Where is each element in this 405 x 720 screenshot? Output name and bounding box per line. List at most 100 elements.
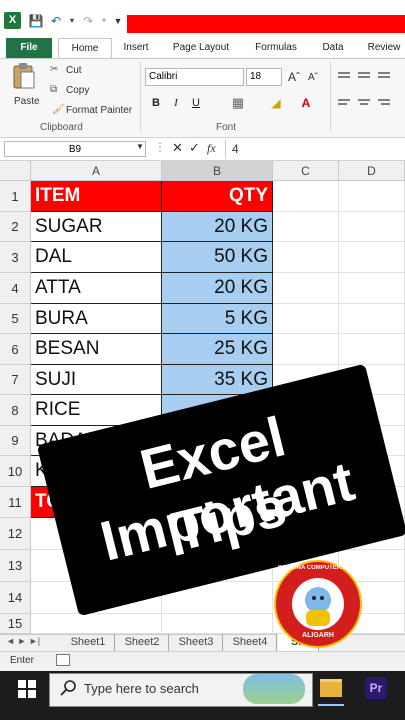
column-header-b[interactable]: B [162,161,273,181]
cell-a[interactable] [31,614,162,634]
select-all-corner[interactable] [0,161,31,181]
column-header-c[interactable]: C [273,161,339,181]
tab-page-layout[interactable]: Page Layout [168,38,234,58]
cell-a[interactable]: BURA [31,304,162,334]
tab-home[interactable]: Home [58,38,112,60]
cell-b[interactable]: 20 KG [162,273,273,304]
windows-start-icon[interactable] [18,680,36,703]
format-painter-icon[interactable]: 🖌 [52,104,65,115]
row-header[interactable]: 10 [0,456,31,487]
chevron-down-icon[interactable]: ▾ [64,13,80,29]
cell-d[interactable] [339,242,405,273]
row-header[interactable]: 7 [0,365,31,395]
row-header[interactable]: 1 [0,181,31,212]
cell-b[interactable]: 25 KG [162,334,273,365]
cell-d[interactable] [339,273,405,304]
row-header[interactable]: 12 [0,518,31,550]
underline-button[interactable]: U [188,95,204,111]
row-header[interactable]: 5 [0,304,31,334]
copy-icon[interactable]: ⧉ [50,84,57,95]
cell-b[interactable]: 50 KG [162,242,273,273]
cell-b[interactable]: 5 KG [162,304,273,334]
sheet-tab-1[interactable]: Sheet1 [62,634,115,651]
font-size-box[interactable]: 18 [246,68,282,86]
tab-insert[interactable]: Insert [118,38,154,58]
copy-button[interactable]: Copy [66,85,89,96]
save-icon[interactable]: 💾 [28,13,44,29]
tab-file[interactable]: File [6,38,52,58]
bold-button[interactable]: B [148,95,164,111]
logo-top-text: KRISHNA COMPUTER EDUCATION CENTER [278,565,358,571]
tab-data[interactable]: Data [318,38,348,58]
row-header[interactable]: 9 [0,426,31,456]
cut-icon[interactable]: ✂ [50,64,58,75]
premiere-pro-icon[interactable]: Pr [365,677,387,699]
column-header-d[interactable]: D [339,161,405,181]
cell-d[interactable] [339,334,405,365]
cell-c[interactable] [273,242,339,273]
row-header[interactable]: 2 [0,212,31,242]
borders-icon[interactable]: ▦ [230,95,246,111]
taskbar-search-placeholder: Type here to search [84,681,199,696]
tab-formulas[interactable]: Formulas [250,38,302,58]
cell-a[interactable]: SUGAR [31,212,162,242]
cell-c[interactable] [273,304,339,334]
cell-a[interactable]: SUJI [31,365,162,395]
fill-color-icon[interactable]: ◢ [268,95,284,111]
cell-c[interactable] [273,273,339,304]
row-header[interactable]: 14 [0,582,31,614]
weather-widget-icon[interactable] [243,674,305,704]
name-box[interactable]: B9 [4,141,146,157]
macro-record-icon[interactable] [56,654,70,666]
title-red-banner [127,15,405,33]
cell-c[interactable] [273,181,339,212]
redo-icon[interactable]: ↷ [80,13,96,29]
cell-d[interactable] [339,181,405,212]
font-name-box[interactable]: Calibri [145,68,244,86]
cut-button[interactable]: Cut [66,65,82,76]
paste-icon[interactable] [12,62,36,90]
customize-icon[interactable]: ▼ [110,13,126,29]
cell-b[interactable]: 20 KG [162,212,273,242]
active-app-indicator [318,704,344,706]
cell-c[interactable] [273,212,339,242]
row-header[interactable]: 6 [0,334,31,365]
formula-bar-grip-icon: ⋮ [154,140,166,154]
shrink-font-icon[interactable]: Aˇ [308,72,318,83]
cell-a[interactable]: DAL [31,242,162,273]
row-header[interactable]: 13 [0,550,31,582]
row-header[interactable]: 3 [0,242,31,273]
chevron-down-icon[interactable]: ▼ [136,142,144,151]
formula-input[interactable]: 4 [232,142,239,156]
grow-font-icon[interactable]: Aˆ [288,70,300,84]
cell-c[interactable] [273,334,339,365]
format-painter-button[interactable]: Format Painter [66,105,132,116]
cell-a[interactable]: ITEM [31,181,162,212]
insert-function-button[interactable]: fx [207,141,216,156]
undo-icon[interactable]: ↶ [48,13,64,29]
align-top-icon[interactable] [338,70,398,115]
sheet-nav-icon[interactable]: ◄ ► ►| [6,636,40,646]
status-mode: Enter [10,655,34,666]
paste-label[interactable]: Paste [14,96,40,107]
column-header-a[interactable]: A [31,161,162,181]
tab-review[interactable]: Review [364,38,404,58]
cancel-icon[interactable]: ✕ [172,140,183,156]
cell-d[interactable] [339,304,405,334]
enter-icon[interactable]: ✓ [189,140,200,156]
cell-b[interactable] [162,614,273,634]
sheet-tab-2[interactable]: Sheet2 [116,634,169,651]
font-color-icon[interactable]: A [298,95,314,111]
cell-a[interactable]: BESAN [31,334,162,365]
cell-a[interactable]: ATTA [31,273,162,304]
row-header[interactable]: 15 [0,614,31,634]
file-explorer-icon[interactable] [320,679,342,697]
row-header[interactable]: 4 [0,273,31,304]
italic-button[interactable]: I [168,95,184,111]
cell-b[interactable]: QTY [162,181,273,212]
row-header[interactable]: 8 [0,395,31,426]
cell-d[interactable] [339,212,405,242]
sheet-tab-4[interactable]: Sheet4 [224,634,277,651]
row-header[interactable]: 11 [0,487,31,518]
sheet-tab-3[interactable]: Sheet3 [170,634,223,651]
